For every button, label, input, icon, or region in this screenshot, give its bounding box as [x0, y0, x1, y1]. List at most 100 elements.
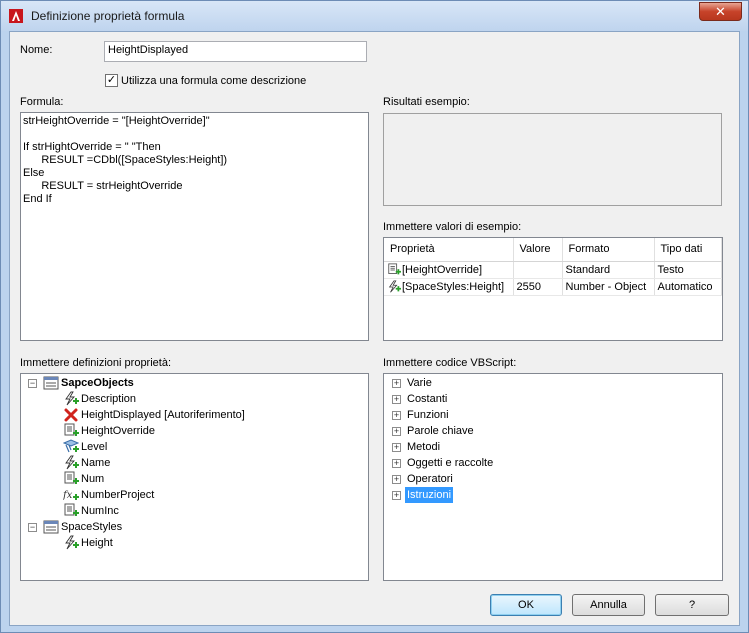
expand-icon[interactable]: +: [392, 443, 401, 452]
property-data-icon: [64, 503, 79, 516]
formula-line: RESULT =CDbl([SpaceStyles:Height]): [23, 154, 228, 166]
use-formula-checkbox[interactable]: ✓: [105, 74, 118, 87]
tree-item[interactable]: NumInc: [63, 503, 119, 519]
formula-editor[interactable]: strHeightOverride = "[HeightOverride]" I…: [20, 112, 369, 341]
expand-icon[interactable]: +: [392, 411, 401, 420]
column-header-type[interactable]: Tipo dati: [654, 238, 722, 262]
dialog-window: Definizione proprietà formula ✕ Nome: He…: [0, 0, 749, 633]
property-definitions-label: Immettere definizioni proprietà:: [20, 357, 172, 369]
expand-icon[interactable]: +: [392, 475, 401, 484]
property-data-icon: [64, 471, 79, 484]
tree-item[interactable]: HeightDisplayed [Autoriferimento]: [63, 407, 245, 423]
formula-line: [23, 128, 366, 141]
help-button[interactable]: ?: [655, 594, 729, 616]
automatic-property-icon: [65, 391, 79, 406]
cancel-button[interactable]: Annulla: [572, 594, 645, 616]
vbscript-label: Immettere codice VBScript:: [383, 357, 517, 369]
sample-results-box: [383, 113, 722, 206]
tree-group-label: SapceObjects: [61, 377, 134, 389]
formula-label: Formula:: [20, 96, 64, 108]
expand-icon[interactable]: +: [392, 379, 401, 388]
expand-icon[interactable]: +: [392, 427, 401, 436]
tree-item[interactable]: Description: [63, 391, 136, 407]
property-data-icon: [64, 423, 79, 436]
table-row[interactable]: [SpaceStyles:Height] 2550 Number - Objec…: [384, 278, 722, 296]
property-cell: [HeightOverride]: [384, 261, 514, 279]
expand-icon[interactable]: +: [392, 395, 401, 404]
vbscript-item-costanti[interactable]: Costanti: [407, 391, 447, 407]
tree-item-label: Num: [81, 473, 105, 485]
vbscript-item-operatori[interactable]: Operatori: [407, 471, 453, 487]
tree-item[interactable]: fx NumberProject: [63, 487, 154, 503]
tree-item[interactable]: Height: [63, 535, 113, 551]
window-title: Definizione proprietà formula: [31, 9, 185, 23]
sample-values-label: Immettere valori di esempio:: [383, 221, 522, 233]
property-definitions-tree[interactable]: − SapceObjects Description HeightDisplay…: [20, 373, 369, 581]
expand-icon[interactable]: +: [392, 459, 401, 468]
autocad-logo-icon: [9, 9, 23, 23]
formula-line: Else: [23, 167, 45, 179]
property-name: [HeightOverride]: [402, 263, 483, 276]
close-button[interactable]: ✕: [699, 2, 742, 21]
formula-line: strHeightOverride = "[HeightOverride]": [23, 115, 210, 127]
vbscript-tree[interactable]: + Varie + Costanti + Funzioni + Parole c…: [383, 373, 723, 581]
tree-item[interactable]: HeightOverride: [63, 423, 155, 439]
tree-item-label: Name: [81, 457, 111, 469]
use-formula-label: Utilizza una formula come descrizione: [121, 75, 307, 87]
type-cell: Testo: [654, 261, 722, 279]
dialog-client: Nome: HeightDisplayed ✓ Utilizza una for…: [9, 31, 740, 626]
property-cell: [SpaceStyles:Height]: [384, 278, 514, 296]
red-x-icon: [64, 408, 78, 422]
formula-line: RESULT = strHeightOverride: [23, 180, 183, 192]
column-header-value[interactable]: Valore: [513, 238, 563, 262]
tree-item-label: Level: [81, 441, 108, 453]
tree-item[interactable]: Num: [63, 471, 104, 487]
tree-item-label: NumInc: [81, 505, 119, 517]
automatic-property-icon: [388, 279, 401, 293]
sample-values-table: Proprietà Valore Formato Tipo dati [Heig…: [384, 238, 722, 296]
column-header-format[interactable]: Formato: [562, 238, 655, 262]
tree-item-label: Height: [81, 537, 113, 549]
tree-item-label: HeightDisplayed [Autoriferimento]: [81, 409, 245, 421]
automatic-property-icon: [65, 455, 79, 470]
svg-text:fx: fx: [63, 490, 73, 501]
name-label: Nome:: [20, 44, 53, 56]
collapse-icon[interactable]: −: [28, 379, 37, 388]
vbscript-item-oggetti[interactable]: Oggetti e raccolte: [407, 455, 493, 471]
property-name: [SpaceStyles:Height]: [402, 280, 505, 293]
tree-group-spacestyles[interactable]: SpaceStyles: [43, 519, 122, 535]
tree-group-label: SpaceStyles: [61, 521, 123, 533]
location-property-icon: [63, 439, 79, 453]
sample-values-grid[interactable]: Proprietà Valore Formato Tipo dati [Heig…: [383, 237, 723, 341]
value-cell[interactable]: [513, 261, 563, 279]
formula-line: End If: [23, 193, 52, 205]
format-cell: Standard: [562, 261, 655, 279]
property-data-icon: [388, 262, 401, 274]
value-cell[interactable]: 2550: [513, 278, 563, 296]
expand-icon[interactable]: +: [392, 491, 401, 500]
tree-item[interactable]: Name: [63, 455, 110, 471]
title-bar: Definizione proprietà formula ✕: [1, 1, 748, 31]
tree-item-label: HeightOverride: [81, 425, 155, 437]
column-header-property[interactable]: Proprietà: [384, 238, 514, 262]
vbscript-item-istruzioni[interactable]: Istruzioni: [405, 487, 454, 503]
tree-group-sapceobjects[interactable]: SapceObjects: [43, 375, 134, 391]
table-row[interactable]: [HeightOverride] Standard Testo: [384, 261, 722, 279]
sample-results-label: Risultati esempio:: [383, 96, 470, 108]
property-set-icon: [43, 520, 59, 534]
vbscript-item-metodi[interactable]: Metodi: [407, 439, 440, 455]
format-cell: Number - Object: [562, 278, 655, 296]
automatic-property-icon: [65, 535, 79, 550]
name-input[interactable]: HeightDisplayed: [104, 41, 367, 62]
ok-button[interactable]: OK: [490, 594, 562, 616]
vbscript-item-varie[interactable]: Varie: [407, 375, 432, 391]
tree-item[interactable]: Level: [63, 439, 107, 455]
type-cell: Automatico: [654, 278, 722, 296]
tree-item-label: Description: [81, 393, 137, 405]
formula-line: If strHightOverride = " "Then: [23, 141, 161, 153]
collapse-icon[interactable]: −: [28, 523, 37, 532]
formula-property-icon: fx: [63, 490, 79, 501]
vbscript-item-funzioni[interactable]: Funzioni: [407, 407, 449, 423]
vbscript-item-parole-chiave[interactable]: Parole chiave: [407, 423, 474, 439]
property-set-icon: [43, 376, 59, 390]
